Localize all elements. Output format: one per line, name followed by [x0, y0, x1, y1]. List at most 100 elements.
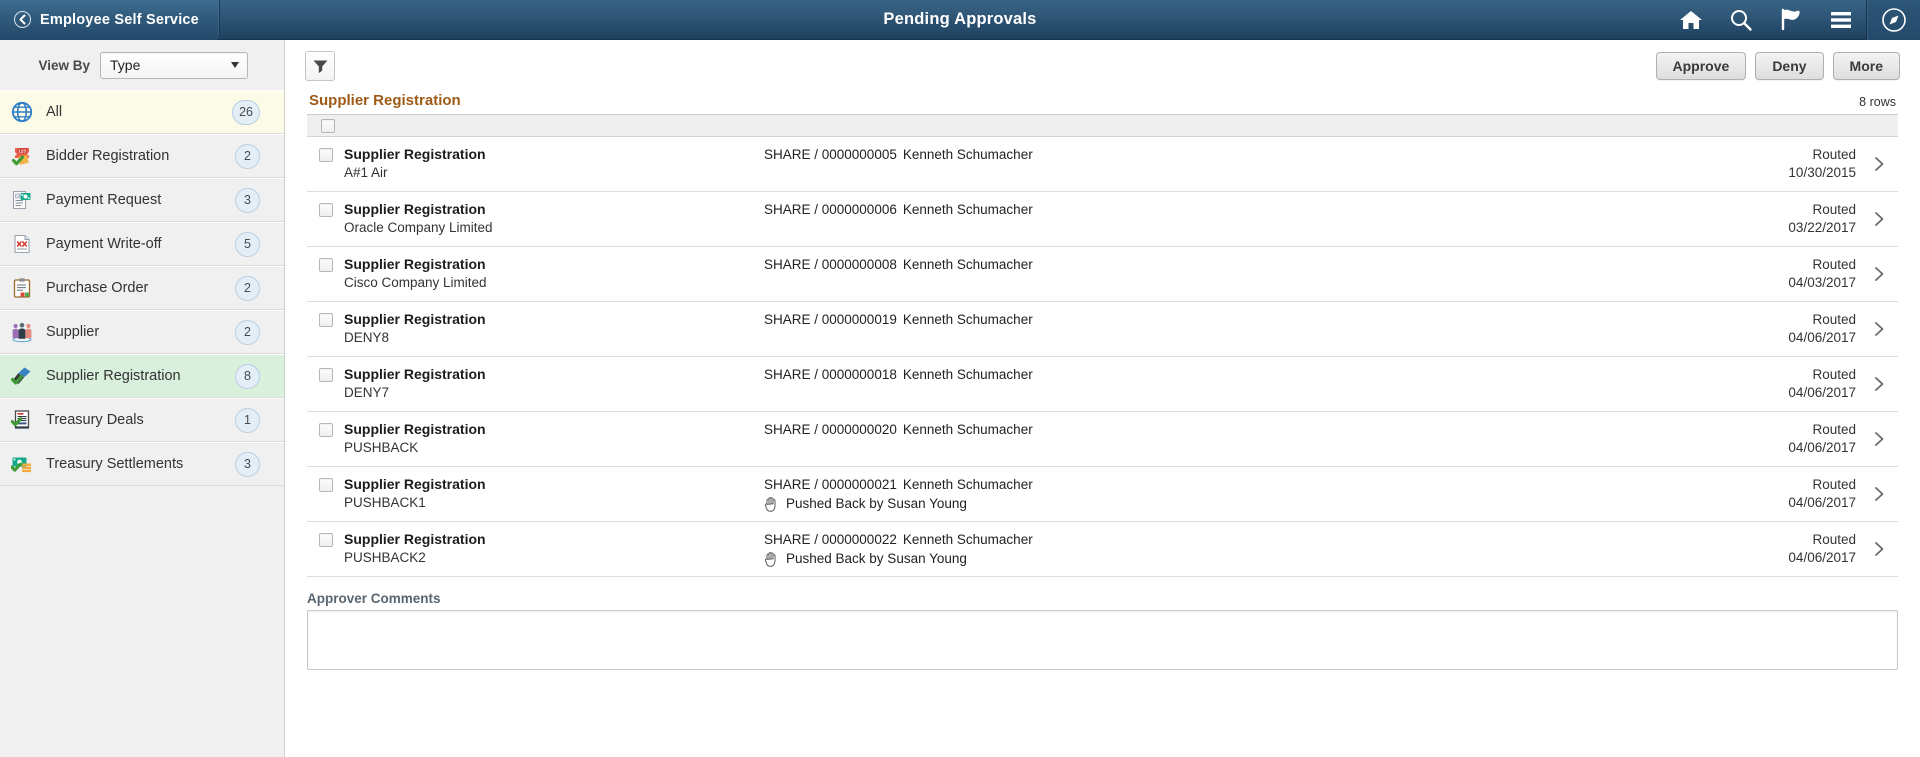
table-row[interactable]: Supplier Registration DENY8 SHARE / 0000…: [307, 302, 1898, 357]
sidebar-item-label: Payment Request: [46, 192, 162, 208]
row-status-cell: Routed 10/30/2015: [1740, 146, 1860, 182]
table-row[interactable]: Supplier Registration Cisco Company Limi…: [307, 247, 1898, 302]
row-source: SHARE / 0000000018: [764, 367, 897, 382]
row-status-cell: Routed 04/06/2017: [1740, 311, 1860, 347]
deny-button[interactable]: Deny: [1755, 52, 1824, 80]
sidebar-item-count: 8: [235, 363, 260, 389]
approver-comments-label: Approver Comments: [307, 591, 441, 606]
row-select-cell: [307, 531, 344, 547]
select-all-checkbox[interactable]: [321, 118, 335, 133]
row-chevron-right-icon[interactable]: [1860, 311, 1898, 347]
row-pushback-note: Pushed Back by Susan Young: [764, 495, 1740, 512]
row-status: Routed: [1812, 147, 1856, 162]
row-description-cell: Supplier Registration DENY7: [344, 366, 764, 402]
approver-comments-input[interactable]: [307, 610, 1898, 670]
row-select-cell: [307, 476, 344, 492]
payment-writeoff-icon: [10, 232, 34, 256]
sidebar-item-treasury-deals[interactable]: Treasury Deals 1: [0, 398, 284, 442]
sidebar-item-count: 26: [232, 99, 260, 125]
sidebar-item-payment-write-off[interactable]: Payment Write-off 5: [0, 222, 284, 266]
sidebar-item-label: Treasury Deals: [46, 412, 144, 428]
payment-request-icon: [10, 188, 34, 212]
row-checkbox[interactable]: [318, 313, 333, 327]
row-description-cell: Supplier Registration PUSHBACK2: [344, 531, 764, 567]
table-row[interactable]: Supplier Registration DENY7 SHARE / 0000…: [307, 357, 1898, 412]
row-requester: Kenneth Schumacher: [902, 477, 1033, 492]
row-source: SHARE / 0000000022: [764, 532, 897, 547]
row-checkbox[interactable]: [318, 368, 333, 382]
row-checkbox[interactable]: [318, 533, 333, 547]
row-description-cell: Supplier Registration PUSHBACK1: [344, 476, 764, 512]
search-icon[interactable]: [1716, 0, 1766, 40]
row-chevron-right-icon[interactable]: [1860, 366, 1898, 402]
sidebar-item-bidder-registration[interactable]: 123 Bidder Registration 2: [0, 134, 284, 178]
approvals-grid: Supplier Registration A#1 Air SHARE / 00…: [307, 114, 1898, 577]
sidebar-item-all[interactable]: All 26: [0, 90, 284, 134]
row-title: Supplier Registration: [344, 146, 486, 162]
row-chevron-right-icon[interactable]: [1860, 201, 1898, 237]
row-checkbox[interactable]: [318, 148, 333, 162]
view-by-row: View By Type: [0, 40, 284, 90]
more-button[interactable]: More: [1832, 52, 1900, 80]
sidebar-item-label: All: [46, 104, 63, 120]
row-detail-cell: SHARE / 0000000018 Kenneth Schumacher: [764, 366, 1740, 383]
view-by-select[interactable]: Type: [100, 51, 248, 79]
table-row[interactable]: Supplier Registration PUSHBACK SHARE / 0…: [307, 412, 1898, 467]
back-to-employee-self-service-tab[interactable]: Employee Self Service: [0, 0, 220, 40]
sidebar-item-purchase-order[interactable]: Purchase Order 2: [0, 266, 284, 310]
chevron-down-icon: [231, 62, 239, 68]
sidebar-item-treasury-settlements[interactable]: Treasury Settlements 3: [0, 442, 284, 486]
row-subtitle: Cisco Company Limited: [344, 275, 487, 290]
row-detail-cell: SHARE / 0000000022 Kenneth Schumacher Pus…: [764, 531, 1740, 567]
row-chevron-right-icon[interactable]: [1860, 421, 1898, 457]
row-requester: Kenneth Schumacher: [902, 367, 1033, 382]
row-chevron-right-icon[interactable]: [1860, 256, 1898, 292]
row-checkbox[interactable]: [318, 203, 333, 217]
row-subtitle: PUSHBACK2: [344, 550, 426, 565]
row-subtitle: A#1 Air: [344, 165, 388, 180]
row-checkbox[interactable]: [318, 258, 333, 272]
hamburger-menu-icon[interactable]: [1816, 0, 1866, 40]
row-pushback-text: Pushed Back by Susan Young: [786, 496, 967, 511]
approve-button[interactable]: Approve: [1655, 52, 1747, 80]
flag-icon[interactable]: [1766, 0, 1816, 40]
row-date: 10/30/2015: [1788, 165, 1856, 180]
sidebar-item-supplier-registration[interactable]: Supplier Registration 8: [0, 354, 284, 398]
sidebar-item-payment-request[interactable]: Payment Request 3: [0, 178, 284, 222]
sidebar: View By Type All 26 123 Bidder Registrat…: [0, 40, 285, 757]
row-pushback-note: Pushed Back by Susan Young: [764, 550, 1740, 567]
row-status-cell: Routed 04/06/2017: [1740, 531, 1860, 567]
row-checkbox[interactable]: [318, 478, 333, 492]
row-status-cell: Routed 04/06/2017: [1740, 476, 1860, 512]
row-requester: Kenneth Schumacher: [902, 312, 1033, 327]
sidebar-item-supplier[interactable]: Supplier 2: [0, 310, 284, 354]
row-chevron-right-icon[interactable]: [1860, 146, 1898, 182]
sidebar-item-label: Supplier Registration: [46, 368, 181, 384]
row-subtitle: Oracle Company Limited: [344, 220, 493, 235]
row-chevron-right-icon[interactable]: [1860, 476, 1898, 512]
row-status: Routed: [1812, 477, 1856, 492]
sidebar-item-count: 2: [235, 319, 260, 345]
row-title: Supplier Registration: [344, 256, 486, 272]
row-status-cell: Routed 03/22/2017: [1740, 201, 1860, 237]
sidebar-item-count: 1: [235, 407, 260, 433]
row-chevron-right-icon[interactable]: [1860, 531, 1898, 567]
home-icon[interactable]: [1666, 0, 1716, 40]
back-chevron-icon: [14, 11, 31, 28]
navbar-compass-icon[interactable]: [1866, 0, 1920, 40]
row-subtitle: DENY8: [344, 330, 390, 345]
row-date: 04/06/2017: [1788, 440, 1856, 455]
approval-action-buttons: Approve Deny More: [1655, 52, 1900, 80]
row-date: 04/03/2017: [1788, 275, 1856, 290]
table-row[interactable]: Supplier Registration A#1 Air SHARE / 00…: [307, 137, 1898, 192]
table-row[interactable]: Supplier Registration PUSHBACK1 SHARE / …: [307, 467, 1898, 522]
table-row[interactable]: Supplier Registration PUSHBACK2 SHARE / …: [307, 522, 1898, 577]
filter-funnel-icon[interactable]: [305, 51, 335, 81]
row-status: Routed: [1812, 367, 1856, 382]
table-row[interactable]: Supplier Registration Oracle Company Lim…: [307, 192, 1898, 247]
grid-row-count: 8 rows: [1859, 95, 1896, 109]
row-date: 04/06/2017: [1788, 495, 1856, 510]
row-checkbox[interactable]: [318, 423, 333, 437]
row-select-cell: [307, 421, 344, 437]
sidebar-item-count: 3: [235, 451, 260, 477]
